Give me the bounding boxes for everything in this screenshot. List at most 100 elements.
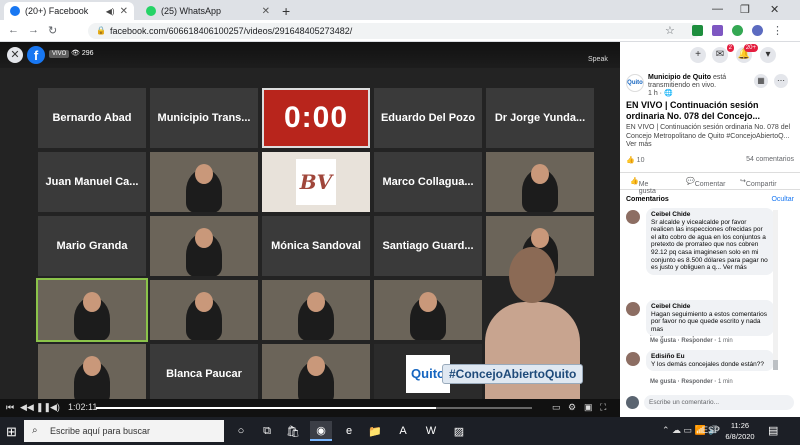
account-dropdown-icon[interactable]: ▾ [760, 47, 776, 63]
extension-circle-icon[interactable] [732, 25, 743, 36]
participant-video [262, 280, 370, 340]
windows-start-icon[interactable]: ⊞ [6, 424, 17, 440]
close-tab-icon[interactable]: ✕ [120, 6, 128, 17]
settings-gear-icon[interactable]: ⚙ [568, 402, 576, 413]
comment-time: 1 min [718, 338, 733, 344]
comment-like-link[interactable]: Me gusta [650, 379, 676, 385]
comment-label: Comentar [694, 181, 726, 188]
notifications-icon[interactable]: 🔔 20+ [736, 44, 758, 63]
participant-tile: Blanca Paucar [150, 344, 258, 404]
search-placeholder: Escribe aquí para buscar [50, 426, 151, 436]
fullscreen-icon[interactable]: ⛶ [600, 402, 606, 413]
comment-author[interactable]: Ceibel Chide [651, 211, 769, 219]
volume-icon[interactable]: ◀) [50, 402, 60, 413]
forward-icon[interactable]: → [28, 24, 39, 36]
share-button[interactable]: ↪ Compartir [740, 177, 777, 188]
participant-video [36, 278, 148, 342]
new-tab-button[interactable]: + [282, 3, 290, 19]
language-indicator[interactable]: ESP [702, 425, 720, 435]
comment-count[interactable]: 54 comentarios [746, 156, 794, 163]
skip-back-icon[interactable]: ⏮ [6, 402, 14, 413]
word-icon[interactable]: W [420, 421, 442, 441]
taskbar-search[interactable]: ⌕ Escribe aquí para buscar [24, 420, 224, 442]
whatsapp-icon [146, 6, 156, 16]
maximize-icon[interactable]: ❐ [740, 3, 750, 16]
participant-video [150, 152, 258, 212]
comment-composer: Escribe un comentario... [626, 395, 794, 411]
participant-face [531, 164, 549, 184]
notification-center-icon[interactable]: ▤ [768, 424, 778, 437]
reaction-count[interactable]: 10 [637, 157, 645, 164]
progress-bar[interactable] [96, 407, 532, 409]
participant-video [150, 280, 258, 340]
viewer-count: 👁 296 [71, 50, 94, 57]
minimize-icon[interactable]: — [712, 3, 723, 15]
participant-tile: Bernardo Abad [38, 88, 146, 148]
file-explorer-icon[interactable]: 📁 [364, 421, 386, 441]
comments-title: Comentarios [626, 196, 669, 203]
edge-icon[interactable]: e [338, 421, 360, 441]
address-bar[interactable]: 🔒 facebook.com/606618406100257/videos/29… [88, 23, 700, 39]
page-name[interactable]: Municipio de Quito [648, 74, 711, 81]
clock[interactable]: 11:26 6/8/2020 [722, 420, 758, 442]
comment-meta: Me gusta · Responder · 1 min [650, 338, 733, 344]
avatar[interactable] [626, 210, 640, 224]
rewind-icon[interactable]: ◀◀ [20, 402, 34, 413]
captions-icon[interactable]: ▭ [552, 402, 561, 413]
browser-tabbar: (20+) Facebook ◀) ✕ (25) WhatsApp ✕ + — … [0, 0, 800, 20]
participant-tile: Mónica Sandoval [262, 216, 370, 276]
acrobat-icon[interactable]: A [392, 421, 414, 441]
comment-bubble: Ceibel Chide Sr alcalde y vicealcalde po… [646, 208, 774, 275]
pip-icon[interactable]: ▣ [584, 402, 593, 413]
video-player[interactable]: ✕ f VIVO 👁 296 Speak Bernardo Abad Munici… [0, 42, 620, 417]
avatar[interactable] [626, 352, 640, 366]
see-more-link[interactable]: Ver más [626, 141, 652, 148]
video-header: ✕ f VIVO 👁 296 Speak [0, 42, 620, 68]
save-icon[interactable]: ▦ [754, 74, 768, 88]
close-window-icon[interactable]: ✕ [770, 3, 779, 16]
close-tab-icon[interactable]: ✕ [262, 6, 270, 17]
cortana-icon[interactable]: ○ [230, 421, 252, 441]
create-plus-icon[interactable]: + [690, 47, 706, 63]
comment-reply-link[interactable]: Responder [681, 379, 712, 385]
post-description: EN VIVO | Continuación sesión ordinaria … [626, 124, 794, 150]
extension-check-icon[interactable] [692, 25, 703, 36]
star-icon[interactable]: ☆ [665, 24, 675, 37]
participant-tile: Santiago Guard... [374, 216, 482, 276]
messenger-icon[interactable]: ✉ 2 [712, 44, 734, 63]
close-video-button[interactable]: ✕ [7, 47, 23, 63]
messenger-badge: 2 [726, 44, 734, 52]
search-icon: ⌕ [32, 425, 38, 436]
url-text: facebook.com/606618406100257/videos/2916… [110, 26, 353, 36]
pause-icon[interactable]: ❚❚ [36, 402, 51, 413]
reload-icon[interactable]: ↻ [48, 24, 57, 37]
comments-scrollbar[interactable] [773, 210, 778, 370]
photos-icon[interactable]: ▨ [448, 421, 470, 441]
comment-author[interactable]: Ceibel Chide [651, 303, 769, 311]
facebook-logo-icon[interactable]: f [27, 46, 45, 64]
chrome-icon[interactable]: ◉ [310, 421, 332, 441]
back-icon[interactable]: ← [8, 24, 19, 36]
hide-comments-link[interactable]: Ocultar [771, 196, 794, 203]
comment-input[interactable]: Escribe un comentario... [644, 395, 794, 410]
speaker-view-label: Speak [588, 56, 608, 63]
like-button[interactable]: 👍 Me gusta [630, 177, 656, 195]
menu-dots-icon[interactable]: ⋮ [772, 24, 783, 37]
participant-face [307, 292, 325, 312]
speaker-icon[interactable]: ◀) [106, 7, 115, 16]
scrollbar-thumb[interactable] [773, 360, 778, 370]
profile-avatar[interactable] [752, 25, 763, 36]
tab-facebook[interactable]: (20+) Facebook ◀) ✕ [4, 2, 134, 20]
comments-header: Comentarios Ocultar [626, 196, 794, 203]
comment-like-link[interactable]: Me gusta [650, 338, 676, 344]
store-icon[interactable]: 🛍 [282, 421, 304, 441]
comment-reply-link[interactable]: Responder [681, 338, 712, 344]
extension-icon[interactable] [712, 25, 723, 36]
more-options-icon[interactable]: ⋯ [774, 74, 788, 88]
comment-author[interactable]: Edisiño Eu [651, 353, 769, 361]
page-avatar[interactable]: Quito [626, 74, 644, 92]
comment-button[interactable]: 💬 Comentar [686, 177, 725, 188]
tab-whatsapp[interactable]: (25) WhatsApp ✕ [140, 2, 276, 20]
avatar[interactable] [626, 302, 640, 316]
task-view-icon[interactable]: ⧉ [256, 421, 278, 441]
